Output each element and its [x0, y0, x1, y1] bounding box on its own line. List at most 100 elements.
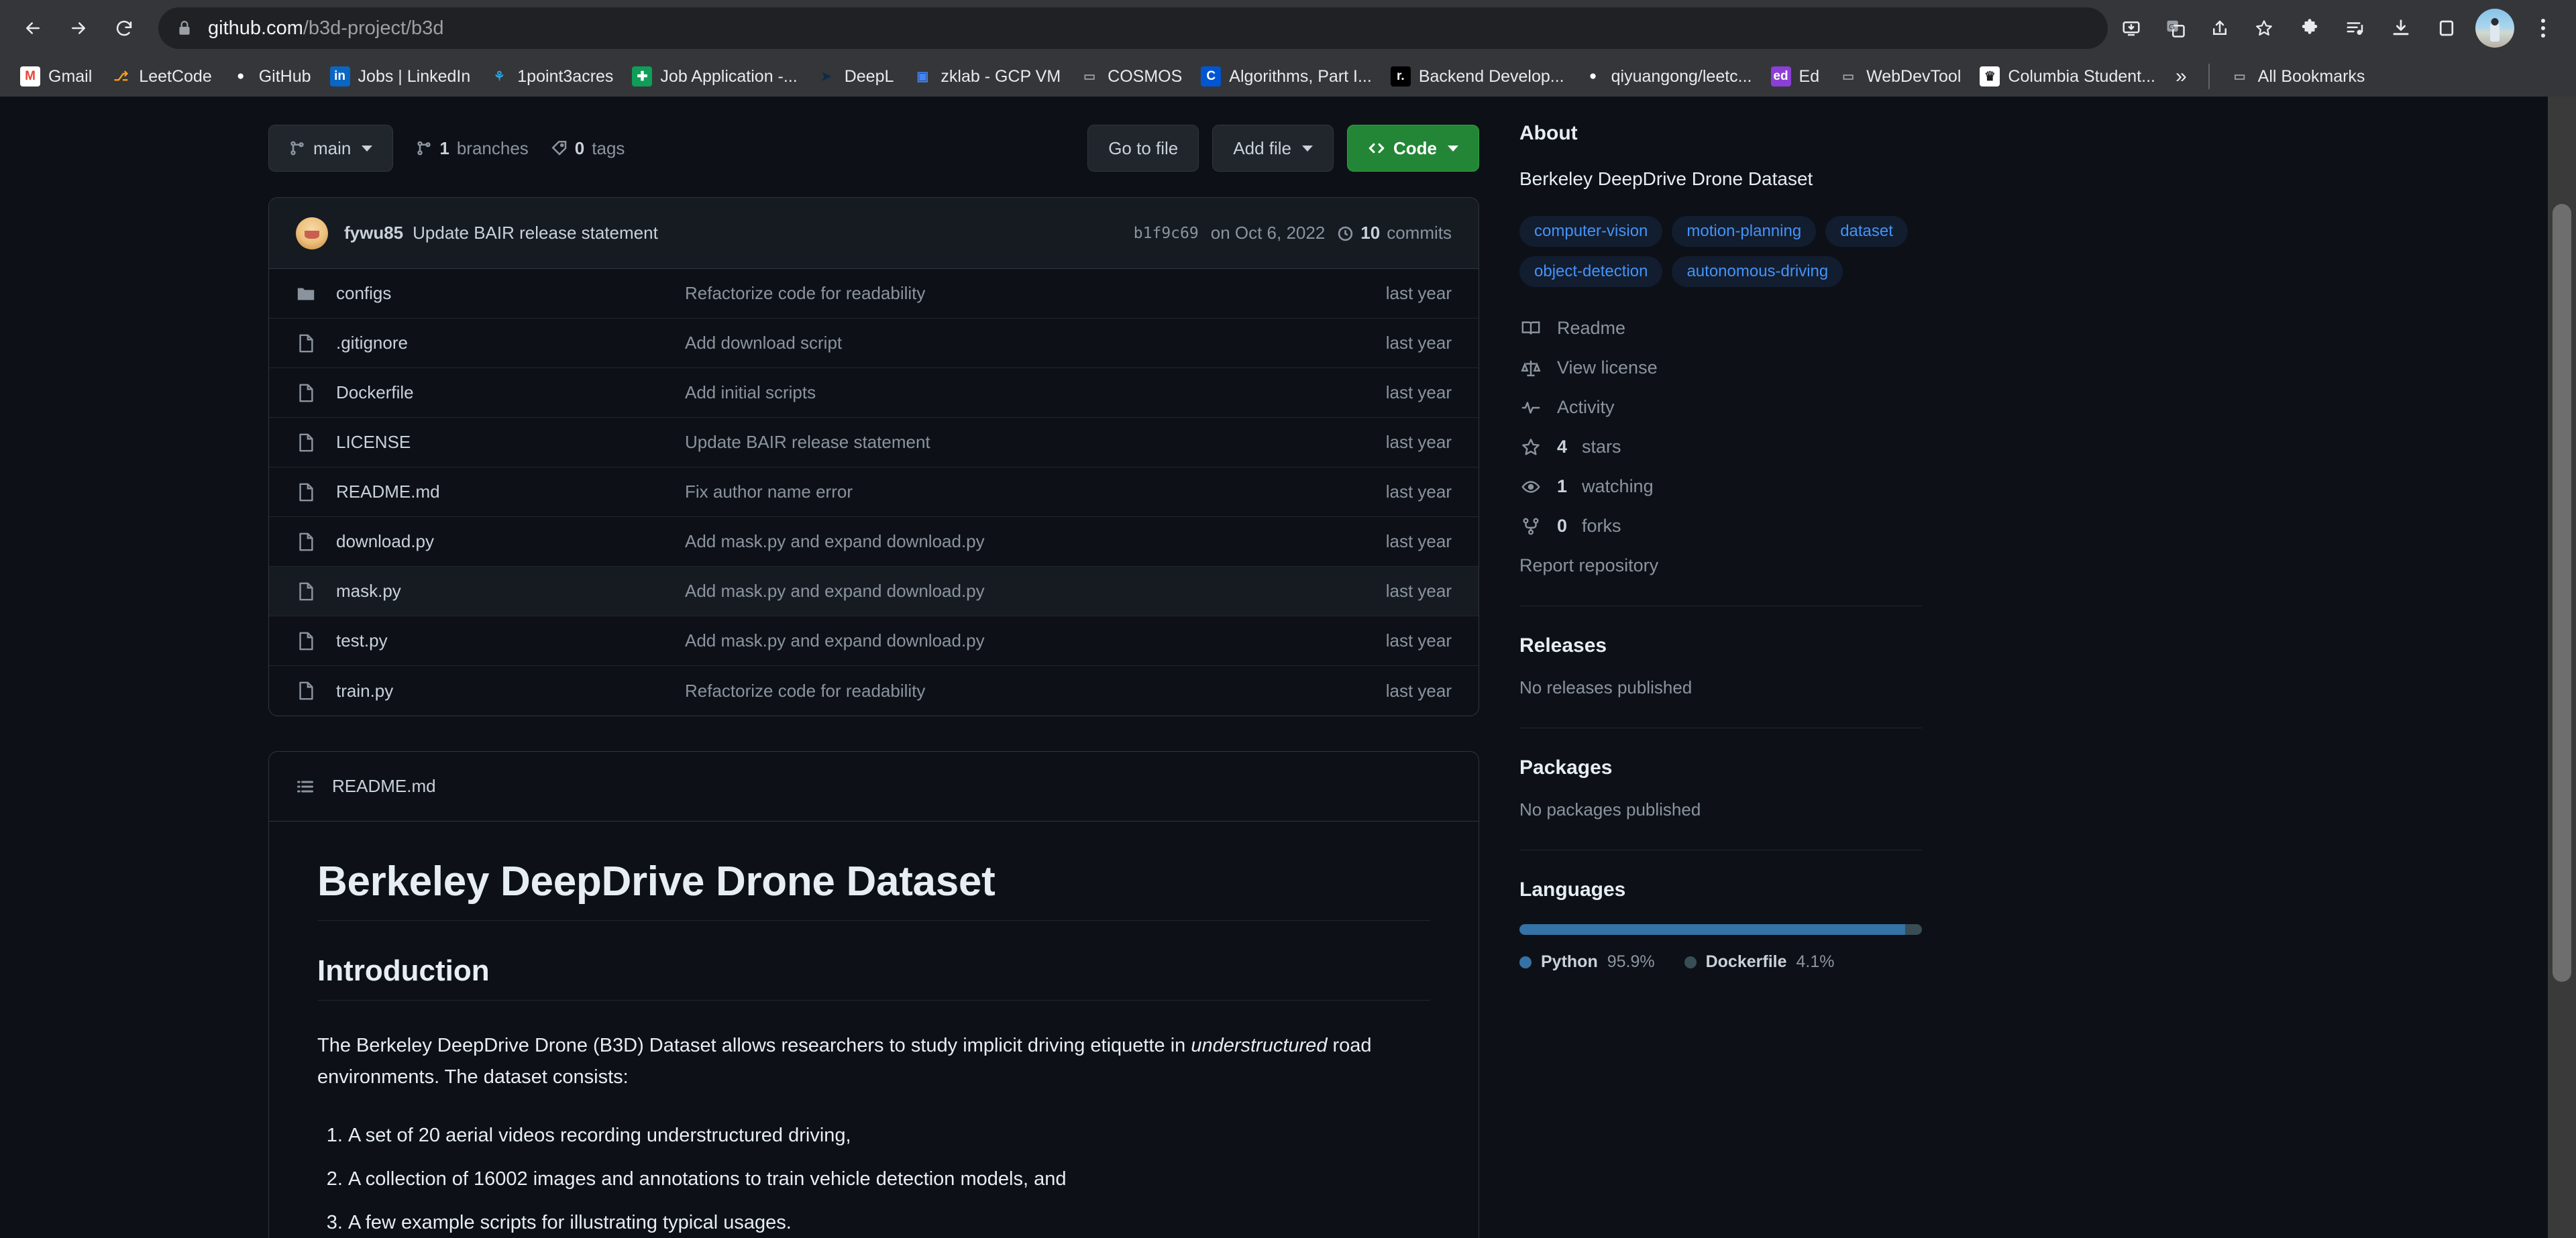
profile-avatar[interactable] — [2475, 9, 2514, 48]
bookmark-item[interactable]: ⎇ LeetCode — [101, 62, 221, 91]
table-row[interactable]: mask.py Add mask.py and expand download.p… — [269, 567, 1479, 616]
scrollbar-thumb[interactable] — [2553, 204, 2571, 982]
language-legend-item[interactable]: Dockerfile 4.1% — [1684, 952, 1834, 972]
file-commit-message[interactable]: Refactorize code for readability — [685, 681, 1370, 701]
add-file-button[interactable]: Add file — [1212, 125, 1334, 172]
address-bar[interactable]: github.com/b3d-project/b3d — [158, 7, 2108, 49]
tags-link[interactable]: 0 tags — [551, 138, 625, 159]
lock-icon — [179, 21, 190, 35]
file-name[interactable]: mask.py — [336, 581, 685, 602]
bookmark-item[interactable]: M Gmail — [11, 62, 101, 91]
file-commit-message[interactable]: Add initial scripts — [685, 382, 1370, 403]
report-repository-link[interactable]: Report repository — [1519, 555, 1922, 576]
file-name[interactable]: configs — [336, 283, 685, 304]
bookmark-item[interactable]: ▣ zklab - GCP VM — [903, 62, 1070, 91]
reload-button[interactable] — [103, 7, 145, 49]
code-button[interactable]: Code — [1347, 125, 1479, 172]
file-commit-time: last year — [1385, 283, 1452, 303]
bookmark-item[interactable]: C Algorithms, Part I... — [1191, 62, 1381, 91]
avatar — [296, 217, 328, 249]
bookmark-item[interactable]: ● qiyuangong/leetc... — [1574, 62, 1762, 91]
extensions-puzzle-icon[interactable] — [2289, 7, 2330, 49]
go-to-file-button[interactable]: Go to file — [1087, 125, 1199, 172]
main-column: main 1 branches 0 tags Go to file Add fi… — [268, 122, 1479, 1238]
forward-button[interactable] — [58, 7, 99, 49]
topic-tag[interactable]: computer-vision — [1519, 216, 1663, 247]
readme-filename[interactable]: README.md — [332, 776, 436, 797]
table-row[interactable]: Dockerfile Add initial scripts last year — [269, 368, 1479, 418]
file-commit-message[interactable]: Add download script — [685, 333, 1370, 353]
side-panel-icon[interactable] — [2426, 7, 2467, 49]
translate-icon[interactable]: G — [2155, 7, 2196, 49]
table-row[interactable]: configs Refactorize code for readability l… — [269, 269, 1479, 319]
table-row[interactable]: download.py Add mask.py and expand downlo… — [269, 517, 1479, 567]
bookmark-item[interactable]: ▭ COSMOS — [1070, 62, 1191, 91]
table-row[interactable]: .gitignore Add download script last year — [269, 319, 1479, 368]
bookmark-label: zklab - GCP VM — [941, 66, 1061, 86]
sidebar-item-activity[interactable]: Activity — [1519, 397, 1922, 418]
bookmark-star-icon[interactable] — [2243, 7, 2285, 49]
bookmark-item[interactable]: in Jobs | LinkedIn — [321, 62, 480, 91]
bookmarks-overflow-button[interactable]: » — [2165, 65, 2198, 88]
ed-discussion-icon: ed — [1770, 66, 1791, 87]
file-name[interactable]: README.md — [336, 482, 685, 502]
file-name[interactable]: Dockerfile — [336, 382, 685, 403]
paragraph-part1: The Berkeley DeepDrive Drone (B3D) Datas… — [317, 1035, 1191, 1056]
file-name[interactable]: train.py — [336, 681, 685, 701]
bookmark-item[interactable]: ♛ Columbia Student... — [1970, 62, 2165, 91]
file-commit-message[interactable]: Add mask.py and expand download.py — [685, 630, 1370, 651]
file-name[interactable]: test.py — [336, 630, 685, 651]
sidebar-item-forks[interactable]: 0 forks — [1519, 516, 1922, 537]
bookmark-item[interactable]: r. Backend Develop... — [1381, 62, 1574, 91]
branches-link[interactable]: 1 branches — [416, 138, 529, 159]
file-commit-message[interactable]: Add mask.py and expand download.py — [685, 531, 1370, 552]
back-button[interactable] — [12, 7, 54, 49]
page-scrollbar[interactable] — [2548, 97, 2576, 1238]
topic-tag[interactable]: dataset — [1825, 216, 1908, 247]
commit-author[interactable]: fywu85 — [344, 223, 403, 243]
commit-sha[interactable]: b1f9c69 — [1134, 225, 1199, 242]
commits-count-link[interactable]: 10 commits — [1337, 223, 1452, 243]
file-listing: fywu85 Update BAIR release statement b1f… — [268, 197, 1479, 716]
chrome-menu-button[interactable] — [2522, 7, 2564, 49]
bookmark-label: LeetCode — [139, 66, 212, 86]
branch-selector-button[interactable]: main — [268, 125, 394, 172]
install-app-icon[interactable] — [2110, 7, 2152, 49]
bookmark-item[interactable]: ed Ed — [1762, 62, 1829, 91]
file-commit-message[interactable]: Update BAIR release statement — [685, 432, 1370, 453]
bookmark-item[interactable]: ▭ WebDevTool — [1829, 62, 1970, 91]
media-playlist-icon[interactable] — [2334, 7, 2376, 49]
file-commit-message[interactable]: Fix author name error — [685, 482, 1370, 502]
downloads-icon[interactable] — [2380, 7, 2422, 49]
bookmark-item[interactable]: ⚘ 1point3acres — [480, 62, 623, 91]
file-name[interactable]: download.py — [336, 531, 685, 552]
sidebar-item-watching[interactable]: 1 watching — [1519, 476, 1922, 497]
file-name[interactable]: LICENSE — [336, 432, 685, 453]
share-icon[interactable] — [2199, 7, 2241, 49]
bookmark-item[interactable]: ● GitHub — [221, 62, 321, 91]
bookmark-item[interactable]: ✚ Job Application -... — [623, 62, 806, 91]
all-bookmarks-button[interactable]: ▭ All Bookmarks — [2220, 62, 2375, 91]
commit-message[interactable]: Update BAIR release statement — [413, 223, 658, 243]
sidebar-item-view-license[interactable]: View license — [1519, 357, 1922, 378]
go-to-file-label: Go to file — [1108, 137, 1179, 158]
table-row[interactable]: README.md Fix author name error last year — [269, 467, 1479, 517]
table-of-contents-icon[interactable] — [296, 777, 315, 796]
sidebar-item-readme[interactable]: Readme — [1519, 318, 1922, 339]
topic-tag[interactable]: motion-planning — [1672, 216, 1817, 247]
file-name[interactable]: .gitignore — [336, 333, 685, 353]
file-commit-message[interactable]: Refactorize code for readability — [685, 283, 1370, 304]
table-row[interactable]: LICENSE Update BAIR release statement last… — [269, 418, 1479, 467]
bookmark-item[interactable]: ➤ DeepL — [807, 62, 904, 91]
sidebar-item-stars[interactable]: 4 stars — [1519, 437, 1922, 457]
topic-tag[interactable]: autonomous-driving — [1672, 256, 1843, 287]
language-legend-item[interactable]: Python 95.9% — [1519, 952, 1655, 972]
file-icon — [299, 681, 313, 700]
tags-label: tags — [592, 137, 625, 158]
topic-tag[interactable]: object-detection — [1519, 256, 1663, 287]
table-row[interactable]: test.py Add mask.py and expand download.p… — [269, 616, 1479, 666]
branch-name-label: main — [313, 137, 352, 158]
file-commit-message[interactable]: Add mask.py and expand download.py — [685, 581, 1370, 602]
file-icon — [299, 334, 313, 352]
table-row[interactable]: train.py Refactorize code for readability… — [269, 666, 1479, 716]
